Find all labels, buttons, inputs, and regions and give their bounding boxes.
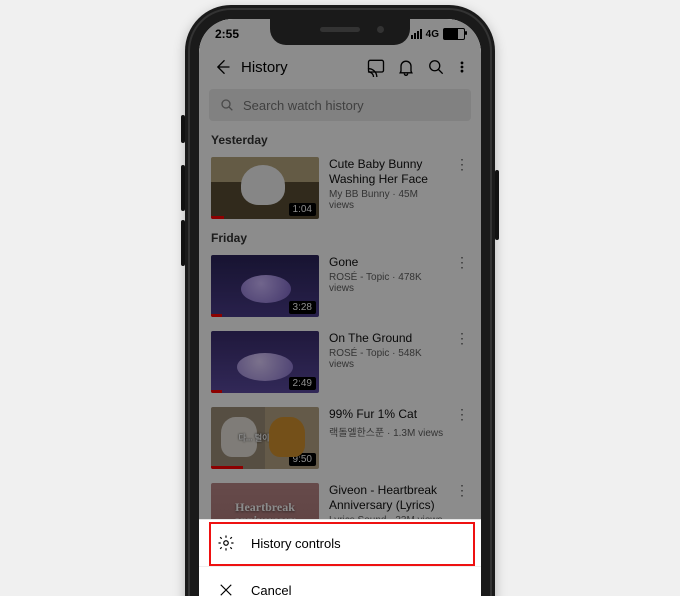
gear-icon [217, 534, 235, 552]
video-title: Gone [329, 255, 445, 270]
search-placeholder: Search watch history [243, 98, 364, 113]
video-title: Cute Baby Bunny Washing Her Face [329, 157, 445, 187]
video-duration: 1:04 [289, 203, 316, 216]
video-thumbnail[interactable]: 1:04 [211, 157, 319, 219]
sheet-label: History controls [251, 536, 341, 551]
history-controls-option[interactable]: History controls [199, 520, 481, 566]
back-arrow-icon[interactable] [211, 56, 233, 78]
section-label: Yesterday [199, 131, 481, 153]
section-label: Friday [199, 229, 481, 251]
more-vert-icon[interactable] [455, 56, 469, 78]
video-duration: 9:50 [289, 453, 316, 466]
video-more-icon[interactable]: ⋮ [455, 331, 469, 393]
battery-icon [443, 28, 465, 40]
volume-down-button [181, 220, 185, 266]
video-byline: ROSÉ - Topic · 548K views [329, 348, 445, 370]
search-input[interactable]: Search watch history [209, 89, 471, 121]
progress-bar [211, 216, 224, 219]
progress-bar [211, 466, 243, 469]
bottom-sheet: History controls Cancel [199, 519, 481, 596]
video-more-icon[interactable]: ⋮ [455, 255, 469, 317]
phone-frame: 2:55 4G History [185, 5, 495, 596]
progress-bar [211, 314, 222, 317]
close-icon [217, 581, 235, 596]
app-header: History [199, 49, 481, 85]
progress-bar [211, 390, 222, 393]
video-more-icon[interactable]: ⋮ [455, 407, 469, 469]
video-title: On The Ground [329, 331, 445, 346]
power-button [495, 170, 499, 240]
signal-icon [411, 29, 422, 39]
video-thumbnail[interactable]: 3:28 [211, 255, 319, 317]
video-row[interactable]: 다... 털이었구나 9:50 99% Fur 1% Cat 랙돌엘한스푼 · … [199, 403, 481, 479]
thumb-caption: 다... 털이었구나 [238, 433, 291, 444]
sheet-label: Cancel [251, 583, 291, 596]
cancel-option[interactable]: Cancel [199, 566, 481, 596]
search-icon[interactable] [425, 56, 447, 78]
video-title: 99% Fur 1% Cat [329, 407, 445, 422]
search-icon [219, 97, 235, 113]
video-more-icon[interactable]: ⋮ [455, 157, 469, 219]
video-row[interactable]: 2:49 On The Ground ROSÉ - Topic · 548K v… [199, 327, 481, 403]
screen-content: 2:55 4G History [199, 19, 481, 596]
bell-icon[interactable] [395, 56, 417, 78]
video-thumbnail[interactable]: 2:49 [211, 331, 319, 393]
volume-up-button [181, 165, 185, 211]
video-duration: 3:28 [289, 301, 316, 314]
notch [270, 19, 410, 45]
video-byline: 랙돌엘한스푼 · 1.3M views [329, 424, 445, 439]
video-byline: ROSÉ - Topic · 478K views [329, 272, 445, 294]
cast-icon[interactable] [365, 56, 387, 78]
video-thumbnail[interactable]: 다... 털이었구나 9:50 [211, 407, 319, 469]
video-byline: My BB Bunny · 45M views [329, 189, 445, 211]
page-title: History [241, 59, 357, 76]
mute-switch [181, 115, 185, 143]
network-label: 4G [426, 29, 439, 40]
status-time: 2:55 [215, 27, 239, 41]
video-row[interactable]: 3:28 Gone ROSÉ - Topic · 478K views ⋮ [199, 251, 481, 327]
video-title: Giveon - Heartbreak Anniversary (Lyrics) [329, 483, 445, 513]
video-duration: 2:49 [289, 377, 316, 390]
video-row[interactable]: 1:04 Cute Baby Bunny Washing Her Face My… [199, 153, 481, 229]
